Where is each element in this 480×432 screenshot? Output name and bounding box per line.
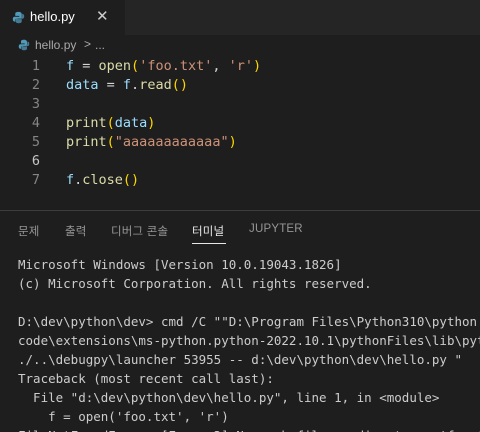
code-token: 'foo.txt' — [139, 58, 213, 74]
line-number: 5 — [31, 134, 40, 150]
terminal-line: Microsoft Windows [Version 10.0.19043.18… — [18, 257, 342, 272]
code-token: ( — [131, 58, 140, 74]
code-token: f — [122, 77, 132, 93]
editor-tab-bar: hello.py ✕ — [0, 0, 480, 35]
line-number: 1 — [31, 58, 40, 74]
code-line[interactable]: 2 data = f.read() — [0, 76, 480, 95]
code-line[interactable]: 6 — [0, 152, 480, 171]
tab-label: hello.py — [30, 9, 75, 24]
terminal-line: D:\dev\python\dev> cmd /C ""D:\Program F… — [18, 314, 480, 329]
code-token: f — [66, 58, 75, 74]
breadcrumb-symbols[interactable]: ... — [95, 38, 105, 52]
code-token: data — [114, 115, 148, 131]
code-token: print — [66, 115, 107, 131]
terminal-line: ./..\debugpy\launcher 53955 -- d:\dev\py… — [18, 352, 463, 367]
code-token: close — [82, 172, 123, 188]
code-line[interactable]: 3 — [0, 95, 480, 114]
line-number: 7 — [31, 172, 40, 188]
code-token: , — [212, 58, 229, 74]
terminal-line: f = open('foo.txt', 'r') — [18, 409, 229, 424]
code-line[interactable]: 4 print(data) — [0, 114, 480, 133]
code-token: . — [131, 77, 140, 93]
close-icon[interactable]: ✕ — [96, 8, 109, 25]
code-token: = — [74, 58, 99, 74]
code-token: ) — [147, 115, 156, 131]
code-text: f = open('foo.txt', 'r') — [66, 57, 261, 76]
code-token: = — [98, 77, 123, 93]
code-text: print(data) — [66, 114, 155, 133]
chevron-right-icon: > — [84, 37, 92, 51]
line-number: 4 — [31, 115, 40, 131]
line-number: 6 — [31, 153, 40, 169]
terminal-line: (c) Microsoft Corporation. All rights re… — [18, 276, 372, 291]
code-line[interactable]: 5 print("aaaaaaaaaaaa") — [0, 133, 480, 152]
code-text: print("aaaaaaaaaaaa") — [66, 133, 237, 152]
code-token: 'r' — [228, 58, 253, 74]
code-token: open — [98, 58, 132, 74]
code-token: ) — [253, 58, 262, 74]
breadcrumb: hello.py > ... — [0, 35, 480, 56]
code-line[interactable]: 1 f = open('foo.txt', 'r') — [0, 57, 480, 76]
terminal-output[interactable]: Microsoft Windows [Version 10.0.19043.18… — [18, 255, 480, 432]
terminal-line: Traceback (most recent call last): — [18, 371, 274, 386]
tab-output[interactable]: 출력 — [65, 223, 87, 239]
code-token: () — [122, 172, 140, 188]
code-token: read — [139, 77, 172, 93]
code-line[interactable]: 7 f.close() — [0, 171, 480, 190]
code-token: ) — [228, 134, 237, 150]
breadcrumb-file[interactable]: hello.py — [35, 38, 76, 52]
tab-terminal[interactable]: 터미널 — [192, 223, 224, 239]
terminal-line: File "d:\dev\python\dev\hello.py", line … — [18, 390, 440, 405]
code-token: data — [66, 77, 99, 93]
tab-problems[interactable]: 문제 — [18, 223, 40, 239]
active-tab-indicator — [192, 243, 226, 244]
line-number: 2 — [31, 77, 40, 93]
code-text: data = f.read() — [66, 76, 188, 95]
terminal-line: code\extensions\ms-python.python-2022.10… — [18, 333, 480, 348]
code-token: print — [66, 134, 107, 150]
code-token: ( — [106, 115, 115, 131]
code-token: ( — [106, 134, 115, 150]
tab-debug-console[interactable]: 디버그 콘솔 — [111, 223, 168, 239]
tab-jupyter[interactable]: JUPYTER — [249, 223, 303, 235]
code-text: f.close() — [66, 171, 139, 190]
code-token: () — [171, 77, 188, 93]
python-file-icon — [18, 39, 30, 51]
bottom-panel: 문제 출력 디버그 콘솔 터미널 JUPYTER Microsoft Windo… — [0, 210, 480, 432]
python-file-icon — [12, 11, 25, 24]
code-token: f — [66, 172, 75, 188]
line-number: 3 — [31, 96, 40, 112]
terminal-line: FileNotFoundError: [Errno 2] No such fil… — [18, 426, 480, 432]
code-editor[interactable]: 1f = open('foo.txt', 'r') 2 data = f.read(… — [0, 56, 480, 210]
tab-hello-py[interactable]: hello.py ✕ — [0, 0, 125, 35]
code-token: "aaaaaaaaaaaa" — [114, 134, 229, 150]
